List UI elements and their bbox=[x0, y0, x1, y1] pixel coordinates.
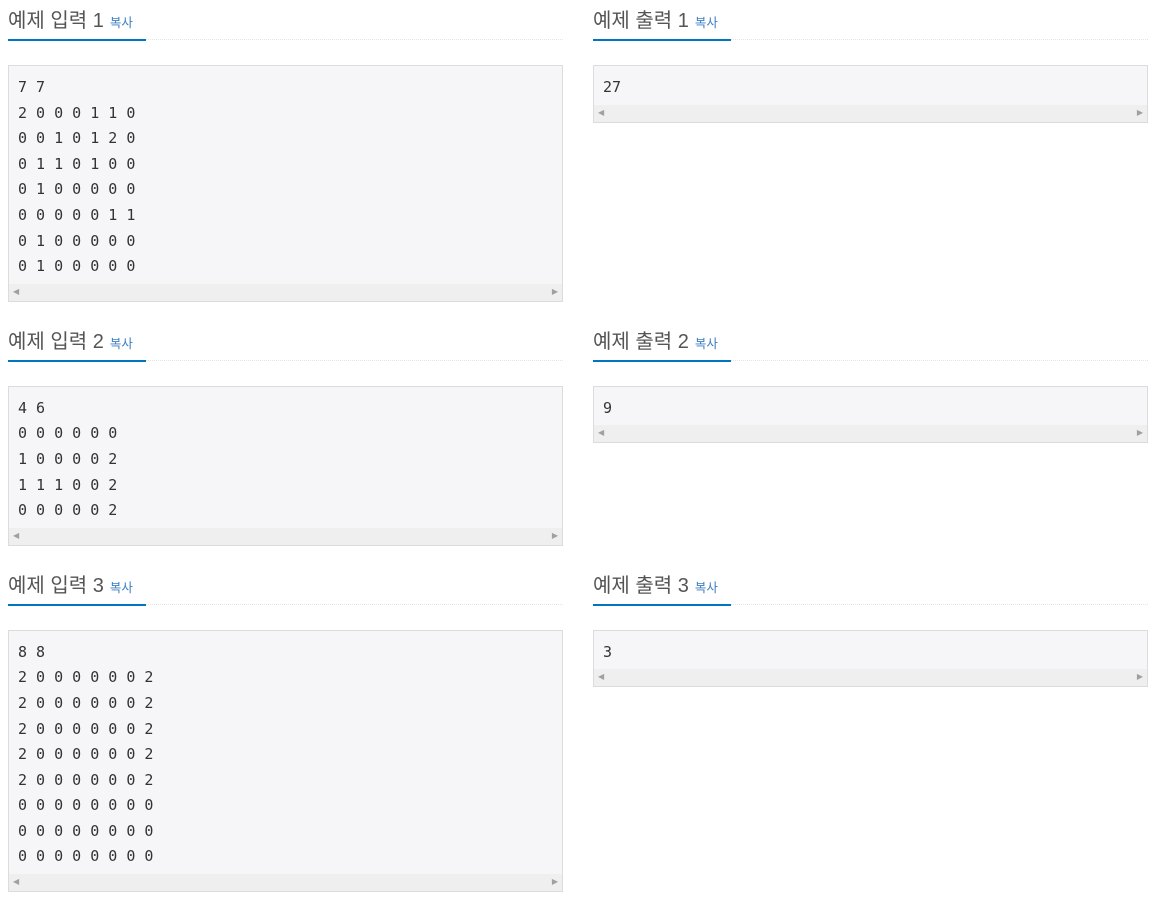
horizontal-scrollbar[interactable]: ◀ ▶ bbox=[9, 874, 562, 892]
sample-box: 4 6 0 0 0 0 0 0 1 0 0 0 0 2 1 1 1 0 0 2 … bbox=[8, 385, 563, 546]
sample-box: 27 ◀ ▶ bbox=[593, 65, 1148, 123]
header-underline bbox=[593, 603, 731, 606]
horizontal-scrollbar[interactable]: ◀ ▶ bbox=[9, 283, 562, 301]
header-underline bbox=[8, 603, 146, 606]
sample-row: 예제 입력 2 복사 4 6 0 0 0 0 0 0 1 0 0 0 0 2 1 … bbox=[8, 321, 1157, 546]
copy-button[interactable]: 복사 bbox=[695, 16, 718, 30]
sample-io-section: 예제 입력 1 복사 7 7 2 0 0 0 1 1 0 0 0 1 0 1 2 … bbox=[0, 0, 1157, 893]
sample-box: 8 8 2 0 0 0 0 0 0 2 2 0 0 0 0 0 0 2 2 0 … bbox=[8, 629, 563, 893]
scroll-left-arrow-icon[interactable]: ◀ bbox=[13, 287, 19, 296]
sample-title: 예제 입력 2 bbox=[8, 330, 104, 353]
sample-title: 예제 출력 1 bbox=[593, 10, 689, 32]
sample-header: 예제 입력 1 복사 bbox=[8, 0, 563, 41]
copy-button[interactable]: 복사 bbox=[695, 337, 718, 351]
horizontal-scrollbar[interactable]: ◀ ▶ bbox=[594, 669, 1147, 687]
horizontal-scrollbar[interactable]: ◀ ▶ bbox=[594, 425, 1147, 443]
copy-button[interactable]: 복사 bbox=[110, 337, 133, 351]
sample-header: 예제 입력 2 복사 bbox=[8, 321, 563, 362]
scroll-right-arrow-icon[interactable]: ▶ bbox=[1137, 672, 1143, 681]
sample-title: 예제 출력 2 bbox=[593, 330, 689, 353]
sample-box: 3 ◀ ▶ bbox=[593, 629, 1148, 688]
sample-content: 4 6 0 0 0 0 0 0 1 0 0 0 0 2 1 1 1 0 0 2 … bbox=[18, 398, 118, 520]
sample-title: 예제 입력 3 bbox=[8, 574, 104, 597]
sample-content: 3 bbox=[603, 642, 613, 661]
sample-header: 예제 출력 3 복사 bbox=[593, 565, 1148, 606]
sample-content: 9 bbox=[603, 398, 613, 417]
header-underline bbox=[593, 359, 731, 362]
copy-button[interactable]: 복사 bbox=[110, 581, 133, 595]
sample-input-1: 예제 입력 1 복사 7 7 2 0 0 0 1 1 0 0 0 1 0 1 2 … bbox=[8, 0, 563, 302]
sample-output-2: 예제 출력 2 복사 9 ◀ ▶ bbox=[593, 321, 1148, 546]
sample-output-1: 예제 출력 1 복사 27 ◀ ▶ bbox=[593, 0, 1148, 302]
scroll-right-arrow-icon[interactable]: ▶ bbox=[552, 531, 558, 540]
copy-button[interactable]: 복사 bbox=[695, 581, 718, 595]
sample-box: 7 7 2 0 0 0 1 1 0 0 0 1 0 1 2 0 0 1 1 0 … bbox=[8, 65, 563, 302]
sample-row: 예제 입력 3 복사 8 8 2 0 0 0 0 0 0 2 2 0 0 0 0 … bbox=[8, 565, 1157, 893]
scroll-left-arrow-icon[interactable]: ◀ bbox=[598, 428, 604, 437]
sample-content: 7 7 2 0 0 0 1 1 0 0 0 1 0 1 2 0 0 1 1 0 … bbox=[18, 78, 136, 276]
scroll-right-arrow-icon[interactable]: ▶ bbox=[1137, 428, 1143, 437]
scroll-right-arrow-icon[interactable]: ▶ bbox=[552, 877, 558, 886]
header-underline bbox=[8, 39, 146, 41]
sample-title: 예제 출력 3 bbox=[593, 574, 689, 597]
sample-content: 8 8 2 0 0 0 0 0 0 2 2 0 0 0 0 0 0 2 2 0 … bbox=[18, 642, 154, 866]
sample-title: 예제 입력 1 bbox=[8, 10, 104, 32]
sample-header: 예제 출력 1 복사 bbox=[593, 0, 1148, 41]
scroll-right-arrow-icon[interactable]: ▶ bbox=[552, 287, 558, 296]
scroll-left-arrow-icon[interactable]: ◀ bbox=[598, 672, 604, 681]
copy-button[interactable]: 복사 bbox=[110, 16, 133, 30]
scroll-left-arrow-icon[interactable]: ◀ bbox=[13, 531, 19, 540]
sample-header: 예제 입력 3 복사 bbox=[8, 565, 563, 606]
sample-header: 예제 출력 2 복사 bbox=[593, 321, 1148, 362]
scroll-left-arrow-icon[interactable]: ◀ bbox=[598, 108, 604, 117]
sample-input-3: 예제 입력 3 복사 8 8 2 0 0 0 0 0 0 2 2 0 0 0 0 … bbox=[8, 565, 563, 893]
horizontal-scrollbar[interactable]: ◀ ▶ bbox=[594, 104, 1147, 122]
scroll-right-arrow-icon[interactable]: ▶ bbox=[1137, 108, 1143, 117]
sample-output-3: 예제 출력 3 복사 3 ◀ ▶ bbox=[593, 565, 1148, 892]
header-underline bbox=[8, 359, 146, 362]
sample-input-2: 예제 입력 2 복사 4 6 0 0 0 0 0 0 1 0 0 0 0 2 1 … bbox=[8, 321, 563, 546]
header-underline bbox=[593, 39, 731, 41]
sample-row: 예제 입력 1 복사 7 7 2 0 0 0 1 1 0 0 0 1 0 1 2 … bbox=[8, 0, 1157, 302]
sample-content: 27 bbox=[603, 78, 622, 96]
horizontal-scrollbar[interactable]: ◀ ▶ bbox=[9, 527, 562, 545]
sample-box: 9 ◀ ▶ bbox=[593, 385, 1148, 444]
scroll-left-arrow-icon[interactable]: ◀ bbox=[13, 877, 19, 886]
